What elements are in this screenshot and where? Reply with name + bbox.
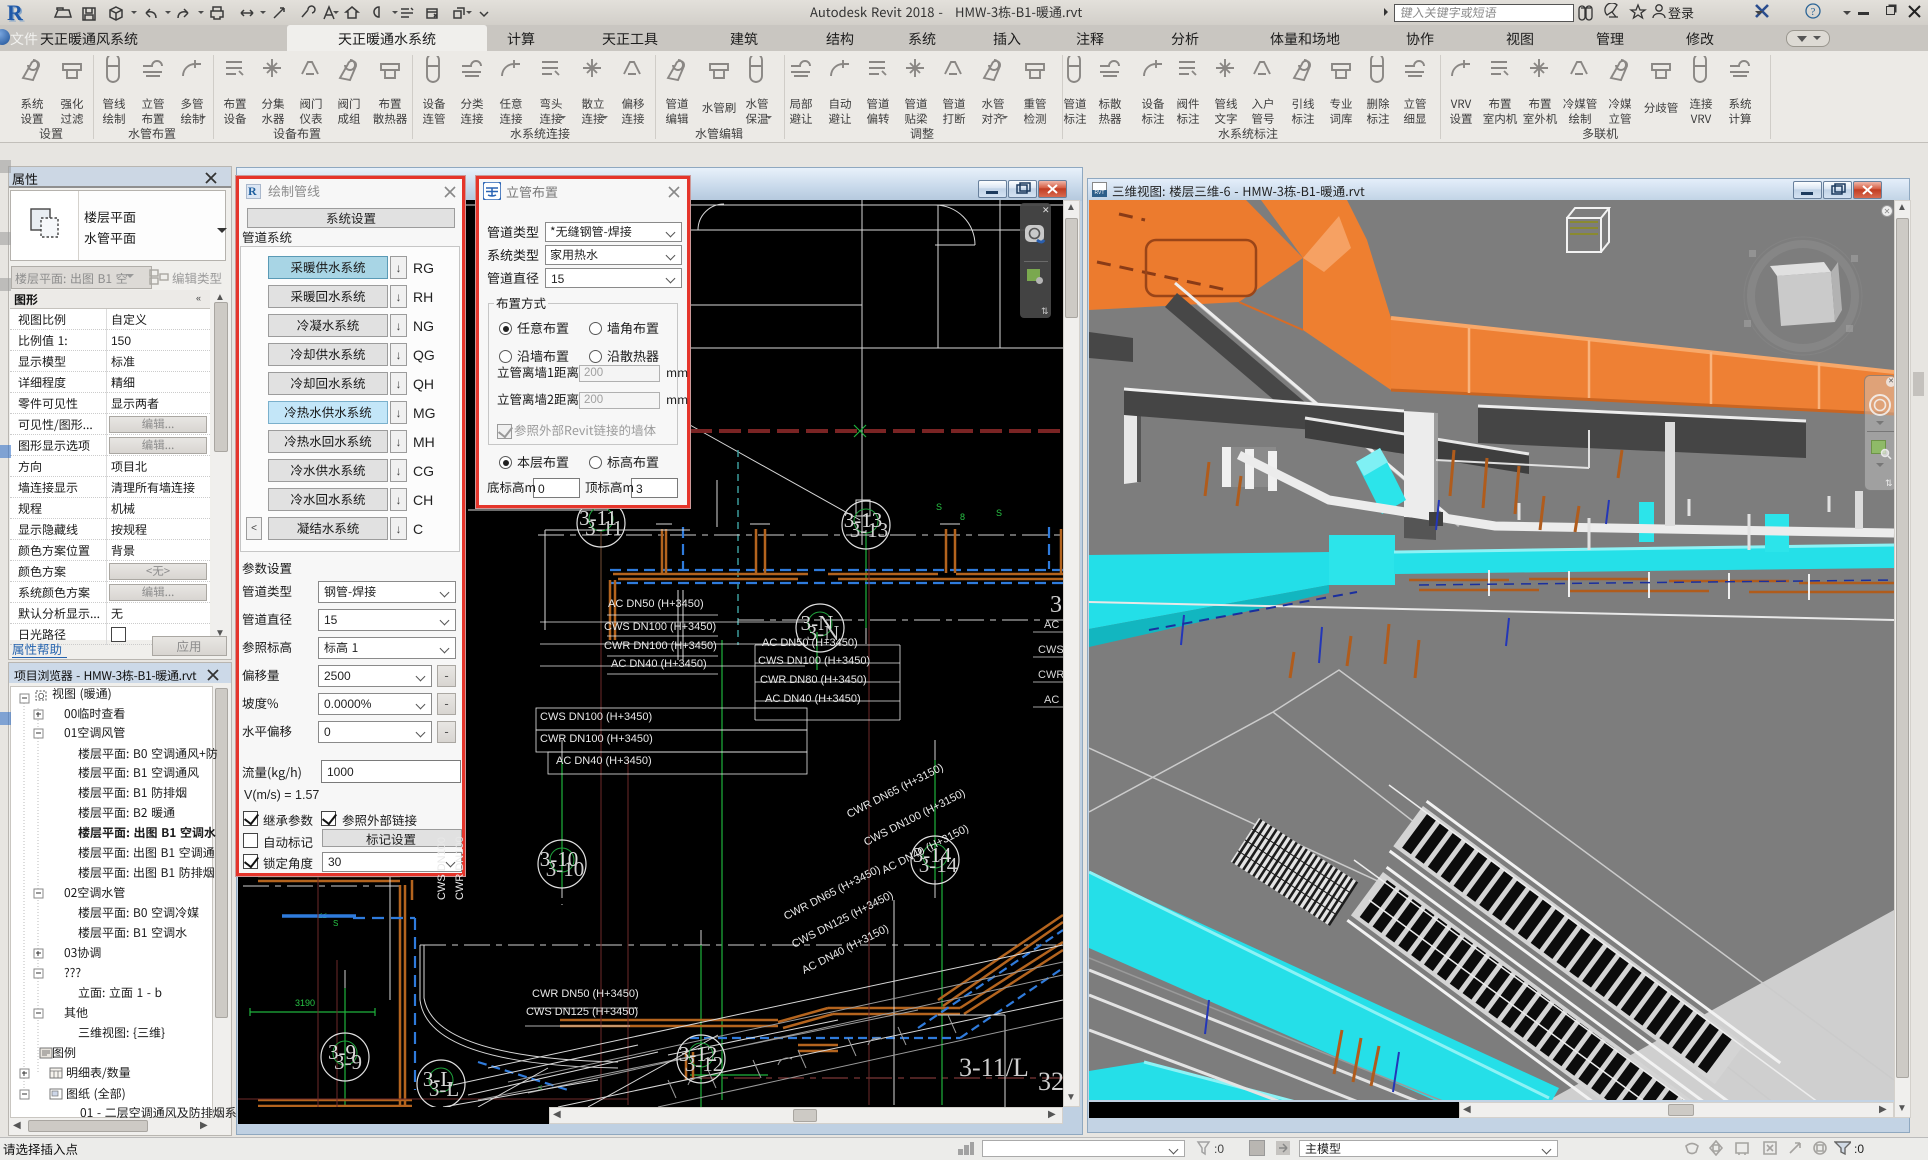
svg-text:3190: 3190 [295,998,315,1008]
svg-text:3-10: 3-10 [546,857,585,881]
svg-text:CWR: CWR [1038,669,1063,681]
svg-text:3-12: 3-12 [685,1052,724,1076]
svg-text:3-L: 3-L [429,1077,459,1101]
svg-text:CWS: CWS [1038,644,1063,656]
svg-text:3-11: 3-11 [585,516,623,540]
svg-text:3-9: 3-9 [334,1050,362,1074]
svg-text:32: 32 [1038,1067,1063,1096]
svg-text:S: S [936,502,942,512]
svg-text:O: O [38,692,44,701]
svg-text:AC: AC [1044,619,1059,631]
svg-text:3: 3 [1050,592,1062,618]
svg-text:3-11/L: 3-11/L [959,1053,1029,1082]
svg-text:AC: AC [1044,694,1059,706]
svg-text:?: ? [1811,6,1816,18]
svg-text:8: 8 [960,512,965,522]
svg-text:3-13: 3-13 [850,518,889,542]
svg-text:S: S [996,508,1002,518]
svg-text:S: S [333,919,338,928]
